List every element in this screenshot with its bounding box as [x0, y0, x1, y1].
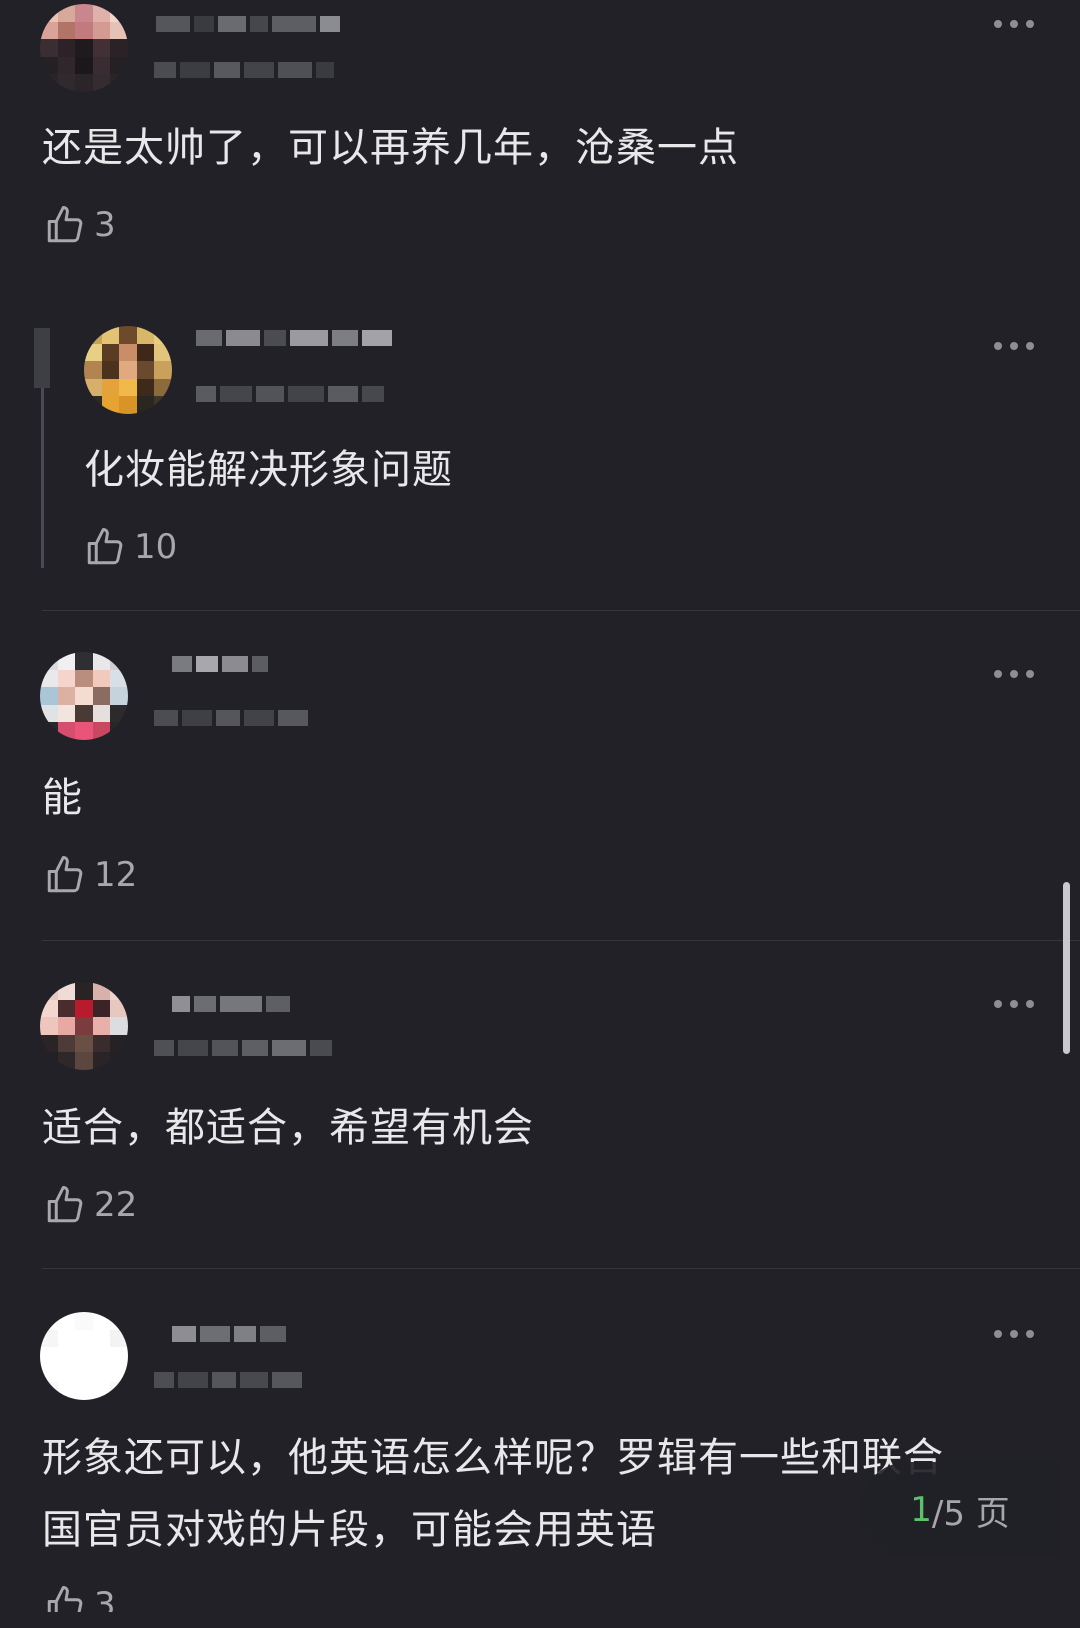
scrollbar[interactable] — [1063, 882, 1070, 1054]
reply-thread-line — [34, 328, 50, 568]
avatar[interactable] — [40, 4, 128, 92]
username-obscured[interactable] — [156, 16, 340, 32]
more-dots-icon[interactable] — [994, 668, 1034, 680]
page-total: /5 页 — [931, 1493, 1010, 1534]
comment-text-line-1: 形象还可以，他英语怎么样呢？罗辑有一些和联合 — [42, 1435, 944, 1481]
avatar[interactable] — [40, 1312, 128, 1400]
thumbs-up-icon — [47, 856, 83, 893]
comment-meta-obscured — [154, 1040, 332, 1056]
avatar[interactable] — [40, 982, 128, 1070]
divider — [42, 940, 1080, 941]
like-button[interactable]: 10 — [84, 526, 177, 568]
username-obscured[interactable] — [172, 996, 290, 1012]
username-obscured[interactable] — [196, 330, 392, 346]
like-count: 12 — [94, 855, 138, 895]
username-obscured[interactable] — [172, 1326, 286, 1342]
avatar[interactable] — [40, 652, 128, 740]
page-current: 1 — [910, 1490, 932, 1530]
divider — [42, 610, 1080, 611]
like-count: 10 — [134, 527, 178, 567]
avatar[interactable] — [84, 326, 172, 414]
like-count: 22 — [94, 1185, 138, 1225]
like-count: 3 — [94, 205, 116, 245]
bottom-edge — [0, 1612, 1080, 1628]
more-dots-icon[interactable] — [994, 18, 1034, 30]
page-indicator[interactable]: 1/5 页 — [860, 1462, 1060, 1558]
comment-text: 还是太帅了，可以再养几年，沧桑一点 — [42, 125, 739, 171]
comment-text: 能 — [42, 775, 83, 821]
like-button[interactable]: 22 — [44, 1184, 137, 1226]
thumbs-up-icon — [47, 1186, 83, 1223]
more-dots-icon[interactable] — [994, 340, 1034, 352]
comment-meta-obscured — [196, 386, 384, 402]
username-obscured[interactable] — [172, 656, 268, 672]
like-button[interactable]: 3 — [44, 204, 116, 246]
comment-meta-obscured — [154, 62, 334, 78]
more-dots-icon[interactable] — [994, 998, 1034, 1010]
more-dots-icon[interactable] — [994, 1328, 1034, 1340]
comment-meta-obscured — [154, 710, 308, 726]
comment-text: 化妆能解决形象问题 — [84, 447, 453, 493]
thumbs-up-icon — [87, 528, 123, 565]
thumbs-up-icon — [47, 206, 83, 243]
divider — [42, 1268, 1080, 1269]
comment-text: 适合，都适合，希望有机会 — [42, 1105, 534, 1151]
comment-text-line-2: 国官员对戏的片段，可能会用英语 — [42, 1507, 657, 1553]
comment-meta-obscured — [154, 1372, 302, 1388]
like-button[interactable]: 12 — [44, 854, 137, 896]
